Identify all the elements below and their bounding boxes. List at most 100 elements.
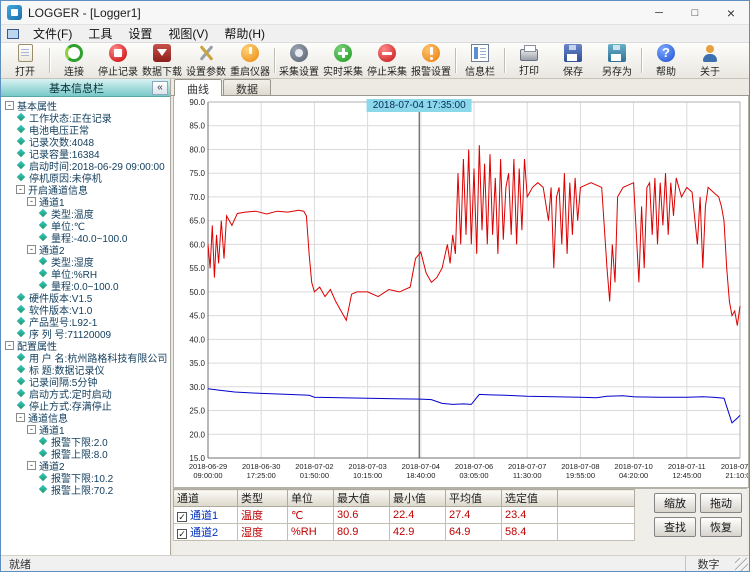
stop-record-button[interactable]: 停止记录 (96, 43, 140, 78)
close-button[interactable]: × (713, 1, 749, 24)
realtime-collect-button[interactable]: 实时采集 (321, 43, 365, 78)
svg-text:2018-07-06: 2018-07-06 (455, 462, 493, 471)
menu-settings[interactable]: 设置 (120, 25, 160, 42)
table-row[interactable]: ✓ 通道1 温度 ℃ 30.6 22.4 27.4 23.4 (173, 506, 635, 524)
status-message: 就绪 (9, 558, 31, 571)
tree-item-label: 量程:-40.0~100.0 (51, 233, 128, 244)
stop-collect-icon (378, 43, 396, 62)
connect-button[interactable]: 连接 (52, 43, 96, 78)
tree-item[interactable]: 量程:-40.0~100.0 (3, 231, 170, 243)
tree-item[interactable]: - 通道1 (3, 195, 170, 207)
minimize-button[interactable]: ─ (641, 1, 677, 24)
collect-settings-button[interactable]: 采集设置 (277, 43, 321, 78)
tree-expand-icon[interactable]: - (16, 412, 25, 422)
zoom-button[interactable]: 缩放 (654, 493, 696, 513)
saveas-button[interactable]: 另存为 (595, 43, 639, 78)
open-button[interactable]: 打开 (3, 43, 47, 78)
column-header[interactable]: 最大值 (333, 489, 390, 507)
tree-item[interactable]: 记录次数:4048 (3, 135, 170, 147)
tree-item[interactable]: - 通道信息 (3, 411, 170, 423)
mdi-child-icon[interactable] (7, 28, 19, 39)
tree-item[interactable]: - 开启通道信息 (3, 183, 170, 195)
tree-item[interactable]: 单位:%RH (3, 267, 170, 279)
maximize-button[interactable]: □ (677, 1, 713, 24)
menu-help[interactable]: 帮助(H) (216, 25, 273, 42)
download-button[interactable]: 数据下载 (140, 43, 184, 78)
menu-tools[interactable]: 工具 (80, 25, 120, 42)
tree-item[interactable]: 硬件版本:V1.5 (3, 291, 170, 303)
tree-item[interactable]: 报警上限:8.0 (3, 447, 170, 459)
tree-item[interactable]: 停止方式:存满停止 (3, 399, 170, 411)
tree-item-label: 量程:0.0~100.0 (51, 281, 119, 292)
collapse-sidebar-button[interactable]: « (152, 80, 168, 95)
sidebar: 基本信息栏 « - 基本属性 工作状态:正在记录 电池电压正常 记录次数:4048 记录容… (1, 79, 171, 555)
print-button[interactable]: 打印 (507, 44, 551, 77)
infobar-button[interactable]: 信息栏 (458, 43, 502, 78)
column-header[interactable]: 通道 (173, 489, 238, 507)
tree-item[interactable]: 单位:℃ (3, 219, 170, 231)
resize-grip[interactable] (735, 558, 748, 571)
infobar-icon (471, 43, 489, 62)
tree-item[interactable]: 电池电压正常 (3, 123, 170, 135)
tree-item[interactable]: 启动方式:定时启动 (3, 387, 170, 399)
tree-item[interactable]: 报警上限:70.2 (3, 483, 170, 495)
svg-text:80.0: 80.0 (189, 145, 205, 154)
column-header[interactable]: 最小值 (389, 489, 446, 507)
row-checkbox[interactable]: ✓ (177, 529, 187, 539)
tab-data[interactable]: 数据 (223, 79, 271, 96)
tree-expand-icon[interactable]: - (5, 340, 14, 350)
tree-item[interactable]: 标 题:数据记录仪 (3, 363, 170, 375)
tree-expand-icon[interactable]: - (5, 100, 14, 110)
chart-area[interactable]: 15.0 20.0 25.0 30.0 35.0 40.0 45.0 50.0 55.0 60.0… (173, 96, 749, 488)
tree-item[interactable]: - 通道2 (3, 459, 170, 471)
tree-item[interactable]: 启动时间:2018-06-29 09:00:00 (3, 159, 170, 171)
table-row[interactable]: ✓ 通道2 湿度 %RH 80.9 42.9 64.9 58.4 (173, 523, 635, 541)
tree-expand-icon[interactable]: - (16, 184, 25, 194)
tree-expand-icon[interactable]: - (27, 460, 36, 470)
tree-item[interactable]: 工作状态:正在记录 (3, 111, 170, 123)
tree-item[interactable]: - 通道1 (3, 423, 170, 435)
restore-button[interactable]: 恢复 (700, 517, 742, 537)
set-params-button[interactable]: 设置参数 (184, 44, 228, 78)
stop-collect-button[interactable]: 停止采集 (365, 43, 409, 78)
column-header[interactable]: 单位 (287, 489, 334, 507)
tree-item[interactable]: 序 列 号:71120009 (3, 327, 170, 339)
tree-expand-icon[interactable]: - (27, 244, 36, 254)
drag-button[interactable]: 拖动 (700, 493, 742, 513)
column-header[interactable]: 选定值 (501, 489, 558, 507)
about-button[interactable]: 关于 (688, 44, 732, 78)
help-button[interactable]: 帮助 (644, 43, 688, 78)
tree-item[interactable]: 量程:0.0~100.0 (3, 279, 170, 291)
tree-item[interactable]: - 基本属性 (3, 99, 170, 111)
save-button[interactable]: 保存 (551, 43, 595, 78)
tree-item[interactable]: 报警下限:2.0 (3, 435, 170, 447)
value-cell: 温度 (237, 506, 288, 524)
menu-view[interactable]: 视图(V) (160, 25, 216, 42)
toolbar-separator (274, 48, 275, 73)
tree-expand-icon[interactable]: - (27, 424, 36, 434)
tree-item[interactable]: 报警下限:10.2 (3, 471, 170, 483)
tree-item[interactable]: 类型:湿度 (3, 255, 170, 267)
tree-bullet-icon (16, 124, 26, 134)
column-header[interactable]: 类型 (237, 489, 288, 507)
tree-item[interactable]: 用 户 名:杭州路格科技有限公司 (3, 351, 170, 363)
column-header[interactable]: 平均值 (445, 489, 502, 507)
tree-item[interactable]: 产品型号:L92-1 (3, 315, 170, 327)
tree-expand-icon[interactable]: - (27, 196, 36, 206)
open-icon (17, 43, 33, 62)
tree-item[interactable]: 停机原因:未停机 (3, 171, 170, 183)
tree-item[interactable]: 软件版本:V1.0 (3, 303, 170, 315)
alarm-settings-button[interactable]: 报警设置 (409, 43, 453, 78)
row-checkbox[interactable]: ✓ (177, 512, 187, 522)
restart-button[interactable]: 重启仪器 (228, 43, 272, 78)
tree-bullet-icon (16, 148, 26, 158)
tree-item[interactable]: 记录间隔:5分钟 (3, 375, 170, 387)
tab-curve[interactable]: 曲线 (174, 79, 222, 96)
tree-item[interactable]: - 通道2 (3, 243, 170, 255)
tree-item[interactable]: 记录容量:16384 (3, 147, 170, 159)
svg-text:35.0: 35.0 (189, 359, 205, 368)
tree-item[interactable]: 类型:温度 (3, 207, 170, 219)
tree-item[interactable]: - 配置属性 (3, 339, 170, 351)
menu-file[interactable]: 文件(F) (25, 25, 80, 42)
find-button[interactable]: 查找 (654, 517, 696, 537)
